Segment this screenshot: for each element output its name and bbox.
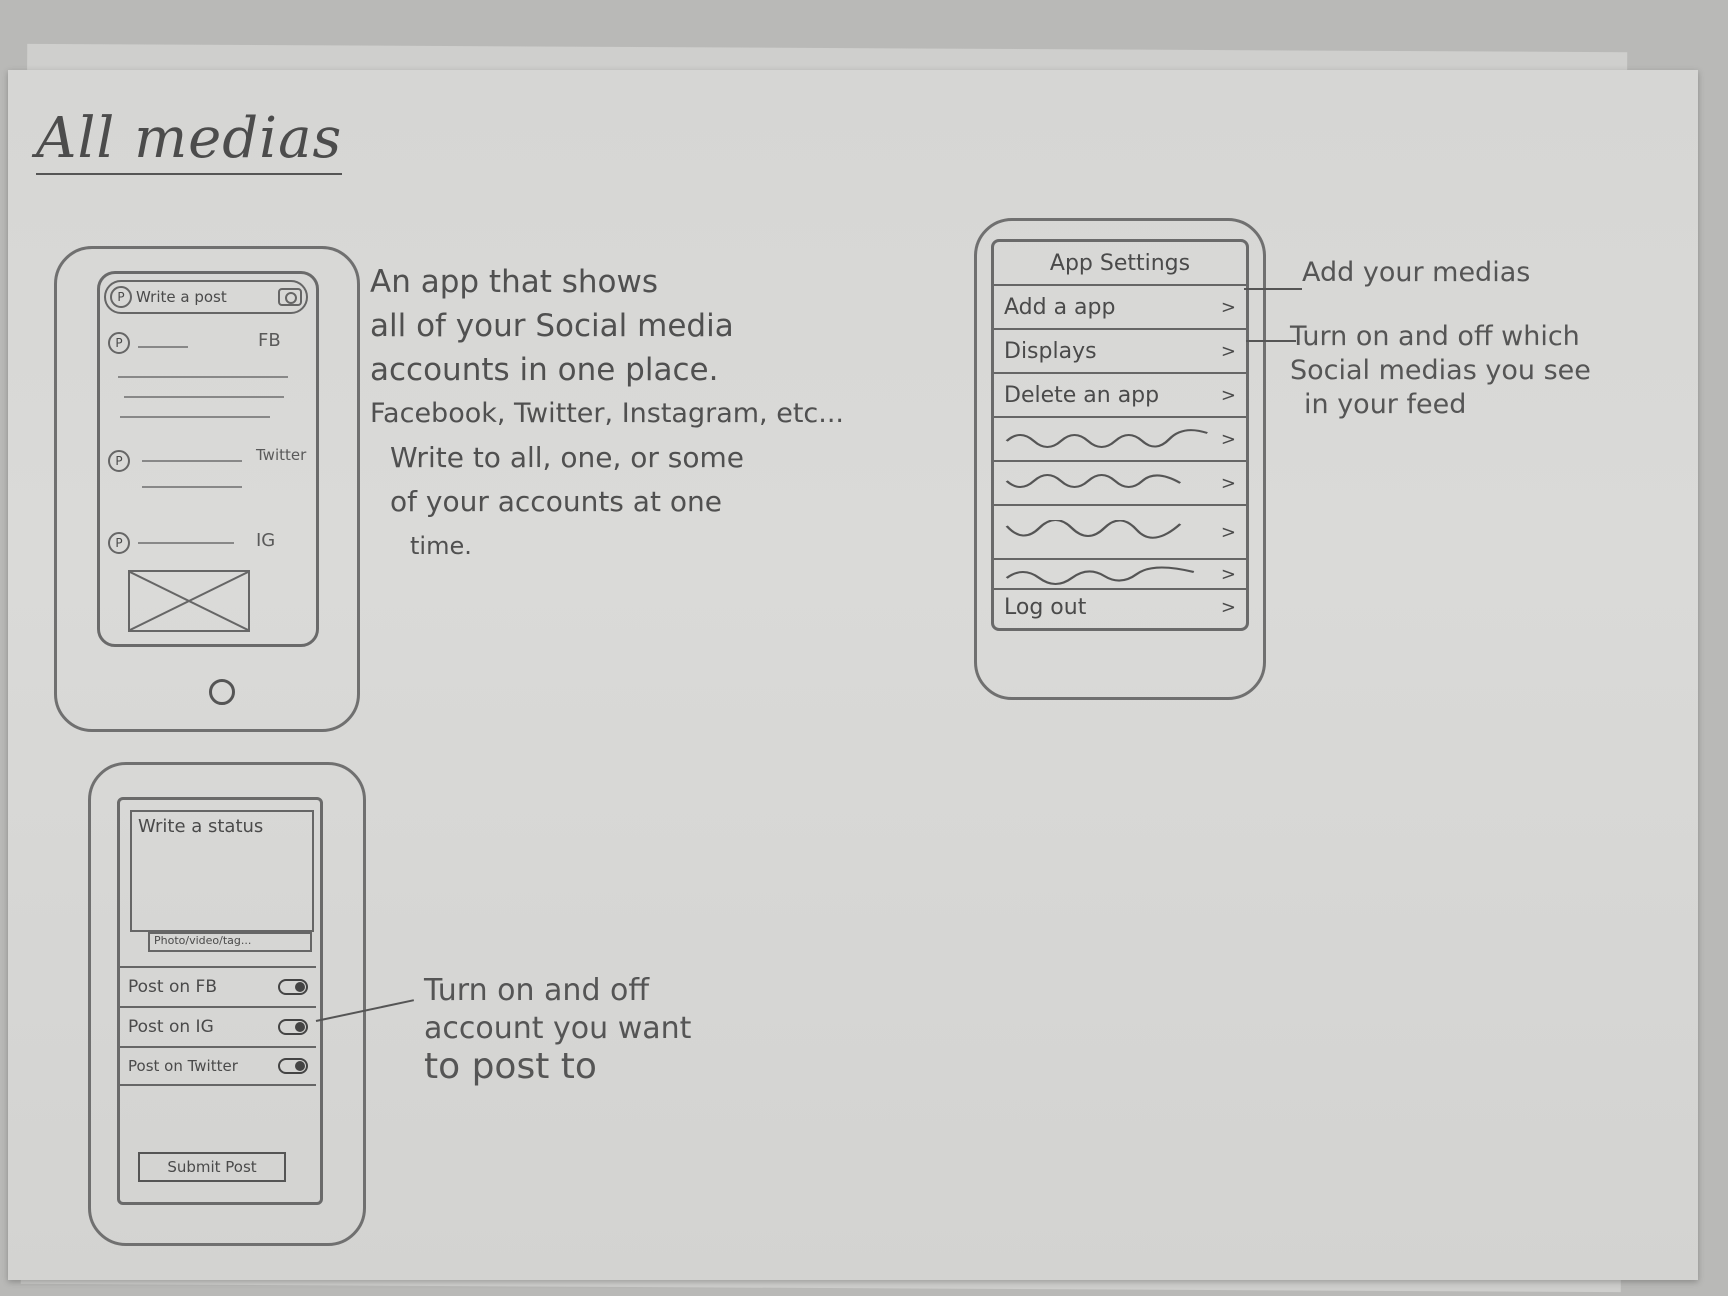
media-attach-bar[interactable]: Photo/video/tag... [148, 932, 312, 952]
description-line: An app that shows [370, 264, 658, 300]
annotation-line: to post to [424, 1046, 597, 1087]
chevron-right-icon: > [1220, 472, 1236, 494]
feed-tag-twitter: Twitter [256, 446, 307, 464]
compose-phone-sketch: Write a status Photo/video/tag... Post o… [88, 762, 366, 1246]
annotation-line: Social medias you see [1290, 355, 1591, 386]
submit-post-button[interactable]: Submit Post [138, 1152, 286, 1182]
toggle-label: Post on Twitter [128, 1057, 238, 1075]
app-description: An app that shows all of your Social med… [370, 260, 930, 568]
chevron-right-icon: > [1220, 596, 1236, 618]
chevron-right-icon: > [1220, 521, 1236, 543]
settings-row-placeholder[interactable]: > [994, 418, 1246, 462]
profile-icon: P [108, 532, 130, 554]
write-post-bar[interactable]: P Write a post [104, 280, 308, 314]
chevron-right-icon: > [1220, 296, 1236, 318]
sketch-title: All medias [36, 106, 343, 175]
settings-row-label: Delete an app [1004, 382, 1160, 408]
chevron-right-icon: > [1220, 384, 1236, 406]
status-input[interactable]: Write a status [130, 810, 314, 932]
settings-row-label: Add a app [1004, 294, 1116, 320]
feed-phone-sketch: P Write a post P FB P Twitter P IG [54, 246, 360, 732]
annotation-displays: Turn on and off which Social medias you … [1290, 320, 1591, 422]
feed-tag-fb: FB [258, 330, 281, 351]
toggle-switch[interactable] [278, 979, 308, 995]
profile-icon: P [110, 286, 132, 308]
annotation-line: in your feed [1304, 389, 1467, 420]
settings-row-placeholder[interactable]: > [994, 560, 1246, 590]
toggle-post-ig[interactable]: Post on IG [120, 1006, 316, 1046]
feed-tag-ig: IG [256, 530, 276, 551]
toggle-switch[interactable] [278, 1019, 308, 1035]
description-line: accounts in one place. [370, 352, 719, 388]
image-placeholder [128, 570, 250, 632]
settings-screen: App Settings Add a app > Displays > Dele… [991, 239, 1249, 631]
status-placeholder: Write a status [138, 816, 264, 837]
annotation-add-medias: Add your medias [1302, 257, 1531, 288]
annotation-line: account you want [424, 1011, 692, 1046]
description-line: all of your Social media [370, 308, 734, 344]
chevron-right-icon: > [1220, 428, 1236, 450]
annotation-line: Turn on and off which [1290, 321, 1580, 352]
settings-row-delete-app[interactable]: Delete an app > [994, 374, 1246, 418]
settings-row-placeholder[interactable]: > [994, 462, 1246, 506]
write-post-label: Write a post [136, 288, 227, 306]
annotation-pointer [1246, 340, 1296, 342]
description-line: Write to all, one, or some [390, 441, 745, 474]
toggle-switch[interactable] [278, 1058, 308, 1074]
chevron-right-icon: > [1220, 563, 1236, 585]
annotation-toggles: Turn on and off account you want to post… [424, 972, 691, 1086]
toggle-post-twitter[interactable]: Post on Twitter [120, 1046, 316, 1086]
camera-icon[interactable] [278, 288, 302, 306]
annotation-line: Turn on and off [424, 973, 650, 1008]
home-button[interactable] [209, 679, 235, 705]
settings-row-displays[interactable]: Displays > [994, 330, 1246, 374]
chevron-right-icon: > [1220, 340, 1236, 362]
description-line: time. [410, 532, 472, 560]
toggle-label: Post on IG [128, 1017, 214, 1037]
profile-icon: P [108, 332, 130, 354]
description-line: of your accounts at one [390, 485, 722, 518]
settings-title: App Settings [1049, 250, 1191, 276]
settings-row-placeholder[interactable]: > [994, 506, 1246, 560]
logout-label: Log out [1004, 594, 1087, 620]
settings-title-row: App Settings [994, 242, 1246, 286]
compose-screen: Write a status Photo/video/tag... Post o… [117, 797, 323, 1205]
profile-icon: P [108, 450, 130, 472]
annotation-pointer [1244, 288, 1302, 290]
toggle-post-fb[interactable]: Post on FB [120, 966, 316, 1006]
settings-row-label: Displays [1004, 338, 1097, 364]
logout-row[interactable]: Log out > [994, 590, 1246, 624]
toggle-label: Post on FB [128, 977, 217, 997]
feed-screen: P Write a post P FB P Twitter P IG [97, 271, 319, 647]
settings-phone-sketch: App Settings Add a app > Displays > Dele… [974, 218, 1266, 700]
description-line: Facebook, Twitter, Instagram, etc... [370, 398, 845, 429]
settings-row-add-app[interactable]: Add a app > [994, 286, 1246, 330]
